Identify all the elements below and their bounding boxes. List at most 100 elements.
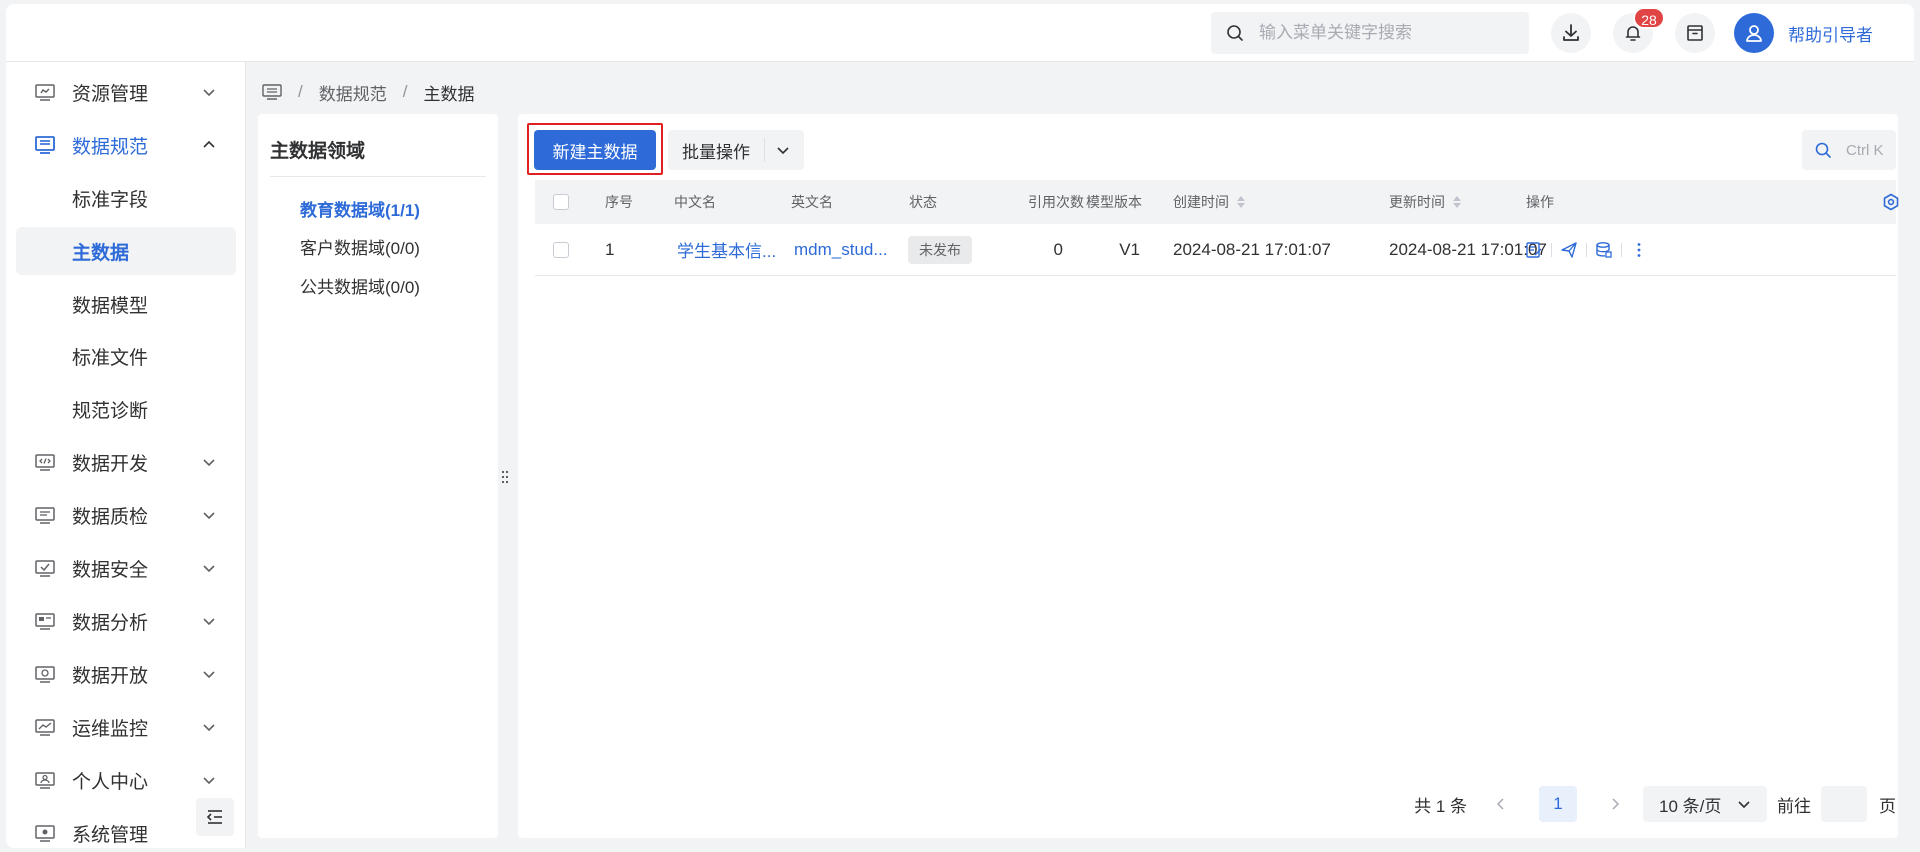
sidebar-sub-item-standard-field[interactable]: 标准字段 [16, 174, 236, 222]
next-page-button[interactable] [1597, 786, 1633, 822]
download-icon [1563, 24, 1579, 41]
domain-item-public[interactable]: 公共数据域(0/0) [300, 273, 420, 298]
cell-en-name-link[interactable]: mdm_stud... [794, 224, 888, 275]
sidebar-item-data-open[interactable]: 数据开放 [16, 650, 236, 698]
notification-button[interactable]: 28 [1613, 7, 1665, 53]
database-icon[interactable] [1595, 241, 1613, 259]
chevron-down-icon [203, 618, 215, 626]
sidebar-item-monitor[interactable]: 运维监控 [16, 703, 236, 751]
sidebar-item-label: 数据规范 [72, 136, 149, 158]
column-header-created[interactable]: 创建时间 [1173, 180, 1245, 224]
archive-icon [1687, 25, 1703, 41]
download-button[interactable] [1551, 13, 1591, 53]
panel-resize-handle[interactable] [499, 114, 511, 838]
home-monitor-icon[interactable] [262, 83, 282, 101]
sidebar-item-resource[interactable]: 资源管理 [16, 68, 236, 116]
user-icon [1746, 25, 1762, 42]
publish-icon[interactable] [1560, 241, 1578, 259]
sidebar-sub-item-standard-file[interactable]: 标准文件 [16, 332, 236, 380]
user-menu[interactable]: 帮助引导者 [1734, 13, 1873, 53]
cell-created: 2024-08-21 17:01:07 [1173, 239, 1331, 259]
cell-ref-count: 0 [1053, 239, 1063, 259]
cell-cn-name-link[interactable]: 学生基本信... [677, 224, 776, 275]
breadcrumb-parent[interactable]: 数据规范 [319, 80, 387, 105]
sort-icon[interactable] [1237, 196, 1245, 208]
divider [1621, 242, 1622, 257]
sidebar-item-label: 资源管理 [72, 83, 149, 105]
sidebar-collapse-button[interactable] [196, 798, 234, 836]
quality-icon [35, 507, 55, 524]
table-row: 1 学生基本信... mdm_stud... 未发布 0 V1 2024-08-… [535, 224, 1896, 276]
sidebar-sub-item-master-data[interactable]: 主数据 [16, 227, 236, 275]
system-icon [35, 825, 55, 842]
column-header-created-label: 创建时间 [1173, 194, 1229, 210]
table-search-button[interactable]: Ctrl K [1802, 130, 1896, 170]
prev-page-button[interactable] [1483, 786, 1519, 822]
drag-grip-icon [502, 471, 508, 483]
sidebar-item-user-center[interactable]: 个人中心 [16, 756, 236, 804]
sidebar: 资源管理 数据规范 标准字段 主数据 数据模型 标准文件 规范诊断 数据开发 数… [6, 62, 246, 848]
sidebar-item-data-spec[interactable]: 数据规范 [16, 121, 236, 169]
row-checkbox[interactable] [553, 241, 569, 258]
breadcrumb-current: 主数据 [423, 84, 475, 104]
new-master-data-button[interactable]: 新建主数据 [534, 130, 656, 170]
column-header-cn-name: 中文名 [674, 194, 716, 210]
sidebar-sub-item-label: 规范诊断 [72, 400, 149, 422]
search-icon [1815, 142, 1831, 158]
cell-updated: 2024-08-21 17:01:07 [1389, 239, 1547, 259]
menu-search-box[interactable] [1211, 12, 1529, 54]
cell-index: 1 [605, 239, 615, 259]
sidebar-item-data-dev[interactable]: 数据开发 [16, 438, 236, 486]
sidebar-item-label: 系统管理 [72, 824, 149, 846]
resource-icon [35, 84, 55, 101]
column-settings-button[interactable] [1882, 180, 1900, 224]
domain-item-customer[interactable]: 客户数据域(0/0) [300, 234, 420, 259]
edit-icon[interactable] [1525, 241, 1543, 259]
chevron-down-icon [203, 724, 215, 732]
top-header: 28 帮助引导者 [6, 4, 1914, 62]
page-number-button[interactable]: 1 [1539, 786, 1577, 822]
chevron-down-icon [203, 459, 215, 467]
column-header-updated[interactable]: 更新时间 [1389, 180, 1461, 224]
sort-icon[interactable] [1453, 196, 1461, 208]
sidebar-item-data-analysis[interactable]: 数据分析 [16, 597, 236, 645]
sidebar-item-data-quality[interactable]: 数据质检 [16, 491, 236, 539]
user-center-icon [35, 772, 55, 789]
sidebar-item-label: 运维监控 [72, 718, 149, 740]
column-header-index: 序号 [605, 194, 633, 210]
monitor-icon [35, 719, 55, 736]
domain-panel-title: 主数据领域 [270, 141, 366, 162]
breadcrumb: / 数据规范 / 主数据 [262, 78, 474, 106]
breadcrumb-separator: / [298, 82, 303, 101]
column-header-actions: 操作 [1526, 194, 1554, 210]
more-vertical-icon[interactable] [1630, 241, 1648, 259]
sidebar-item-label: 数据分析 [72, 612, 149, 634]
data-spec-icon [35, 136, 55, 154]
collapse-icon [206, 810, 222, 824]
chevron-right-icon [1612, 798, 1620, 810]
chevron-down-icon [203, 512, 215, 520]
domain-item-education[interactable]: 教育数据域(1/1) [300, 196, 420, 221]
page-size-select[interactable]: 10 条/页 [1643, 786, 1767, 822]
search-shortcut-label: Ctrl K [1846, 141, 1884, 159]
username[interactable]: 帮助引导者 [1788, 21, 1873, 46]
avatar[interactable] [1734, 13, 1774, 53]
sidebar-item-data-security[interactable]: 数据安全 [16, 544, 236, 592]
sidebar-sub-item-data-model[interactable]: 数据模型 [16, 280, 236, 328]
menu-search-input[interactable] [1259, 23, 1519, 43]
chevron-down-icon [203, 777, 215, 785]
sidebar-sub-item-label: 数据模型 [72, 295, 149, 317]
security-icon [35, 560, 55, 577]
sidebar-item-label: 数据开放 [72, 665, 149, 687]
archive-button[interactable] [1675, 13, 1715, 53]
column-header-en-name: 英文名 [791, 194, 833, 210]
row-actions [1525, 224, 1648, 275]
batch-operation-dropdown[interactable]: 批量操作 [668, 130, 804, 170]
select-all-checkbox[interactable] [553, 194, 569, 210]
app-window: 28 帮助引导者 [6, 4, 1914, 848]
sidebar-sub-item-spec-diagnosis[interactable]: 规范诊断 [16, 385, 236, 433]
goto-page-input[interactable] [1821, 786, 1867, 822]
column-header-model-version: 模型版本 [1086, 194, 1142, 210]
master-data-table: 序号 中文名 英文名 状态 引用次数 模型版本 创建时间 更新时间 操作 1 学… [535, 180, 1899, 276]
gear-icon [1883, 193, 1899, 211]
